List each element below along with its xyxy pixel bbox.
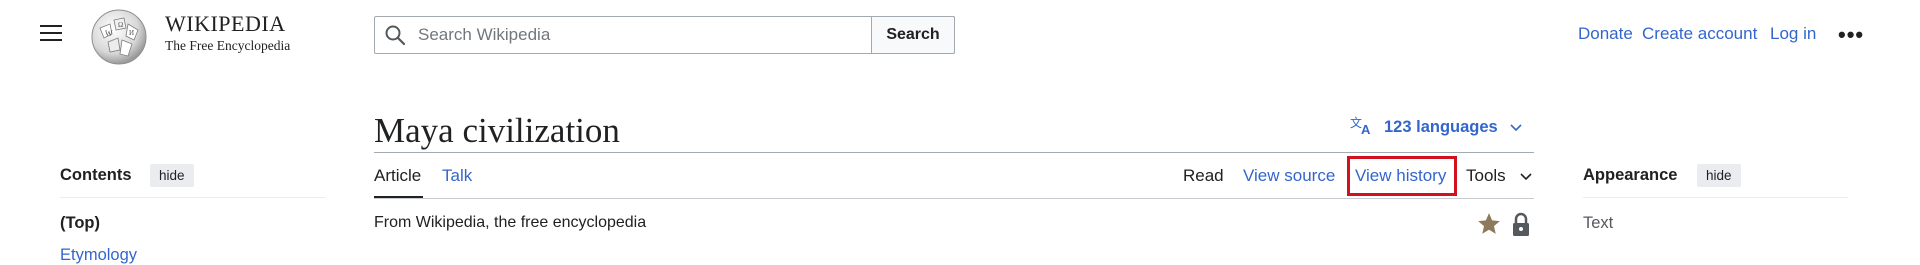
tab-view-source[interactable]: View source [1243, 166, 1335, 186]
toc-hide-button[interactable]: hide [150, 164, 194, 187]
svg-text:И: И [129, 29, 134, 37]
tools-dropdown[interactable]: Tools [1466, 166, 1532, 186]
menu-icon-bar [40, 25, 62, 27]
create-account-link[interactable]: Create account [1642, 24, 1757, 44]
chevron-down-icon [1510, 118, 1522, 137]
more-options-icon[interactable]: ••• [1838, 22, 1864, 48]
tabs-divider [374, 198, 1534, 199]
appearance-text-label: Text [1583, 214, 1614, 232]
appearance-title: Appearance [1583, 166, 1678, 184]
toc-title: Contents [60, 166, 132, 184]
svg-text:Ω: Ω [118, 21, 123, 29]
page-title: Maya civilization [374, 111, 620, 150]
menu-icon-bar [40, 32, 62, 34]
translate-icon: 文 A [1350, 115, 1374, 140]
site-tagline: From Wikipedia, the free encyclopedia [374, 214, 647, 231]
title-divider [374, 152, 1534, 153]
tab-read[interactable]: Read [1183, 166, 1224, 186]
toc-item-etymology[interactable]: Etymology [60, 246, 137, 265]
wordmark-tagline: The Free Encyclopedia [165, 38, 291, 53]
view-history-highlight [1347, 156, 1457, 196]
donate-link[interactable]: Donate [1578, 24, 1633, 44]
wikipedia-wordmark[interactable]: WIKIPEDIA The Free Encyclopedia [165, 12, 290, 54]
search-input[interactable] [412, 17, 868, 53]
search-icon [384, 24, 406, 46]
appearance-hide-button[interactable]: hide [1697, 164, 1741, 187]
languages-button[interactable]: 文 A 123 languages [1350, 115, 1522, 140]
tab-talk[interactable]: Talk [442, 166, 472, 186]
appearance-divider [1583, 197, 1848, 198]
wordmark-title: WIKIPEDIA [165, 11, 286, 36]
toc-item-top[interactable]: (Top) [60, 214, 100, 233]
wikipedia-globe-logo[interactable]: W Ω И [90, 8, 148, 66]
svg-text:A: A [1361, 122, 1371, 135]
search-button[interactable]: Search [871, 16, 955, 54]
log-in-link[interactable]: Log in [1770, 24, 1816, 44]
star-icon[interactable] [1476, 211, 1502, 237]
svg-text:W: W [105, 29, 113, 38]
chevron-down-icon [1520, 166, 1532, 186]
tab-article[interactable]: Article [374, 166, 421, 186]
languages-label: 123 languages [1384, 118, 1498, 136]
toc-divider [60, 197, 325, 198]
tools-label: Tools [1466, 166, 1506, 185]
menu-icon-bar [40, 39, 62, 41]
main-menu-button[interactable] [40, 25, 64, 45]
lock-icon[interactable] [1511, 212, 1531, 237]
